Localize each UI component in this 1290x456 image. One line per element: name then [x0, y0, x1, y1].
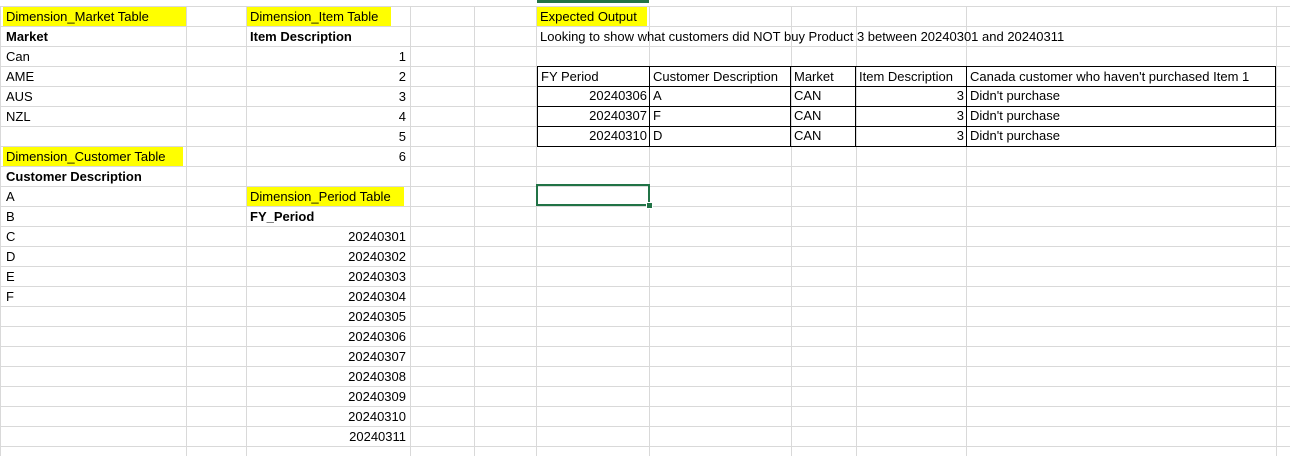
- output-cell-customer[interactable]: D: [649, 126, 791, 147]
- period-cell[interactable]: 20240301: [247, 227, 409, 246]
- customer-cell[interactable]: A: [3, 187, 186, 206]
- row-gridline: [0, 406, 1290, 407]
- output-header-item[interactable]: Item Description: [855, 66, 967, 87]
- customer-cell[interactable]: F: [3, 287, 186, 306]
- row-gridline: [0, 46, 1290, 47]
- expected-output-title[interactable]: Expected Output: [537, 7, 647, 26]
- item-cell[interactable]: 3: [247, 87, 409, 106]
- customer-table-title[interactable]: Dimension_Customer Table: [3, 147, 183, 166]
- selected-column-indicator: [537, 0, 649, 3]
- expected-output-description[interactable]: Looking to show what customers did NOT b…: [537, 27, 1097, 46]
- output-cell-fy-period[interactable]: 20240310: [537, 126, 650, 147]
- column-gridline: [1276, 0, 1277, 456]
- output-cell-status[interactable]: Didn't purchase: [966, 106, 1276, 127]
- market-cell[interactable]: AME: [3, 67, 186, 86]
- column-gridline: [410, 0, 411, 456]
- row-gridline: [0, 206, 1290, 207]
- period-cell[interactable]: 20240309: [247, 387, 409, 406]
- row-gridline: [0, 346, 1290, 347]
- item-cell[interactable]: 4: [247, 107, 409, 126]
- period-cell[interactable]: 20240308: [247, 367, 409, 386]
- output-cell-customer[interactable]: F: [649, 106, 791, 127]
- customer-header[interactable]: Customer Description: [3, 167, 186, 186]
- output-cell-market[interactable]: CAN: [790, 126, 856, 147]
- row-gridline: [0, 246, 1290, 247]
- period-cell[interactable]: 20240305: [247, 307, 409, 326]
- row-gridline: [0, 266, 1290, 267]
- period-cell[interactable]: 20240311: [247, 427, 409, 446]
- row-gridline: [0, 446, 1290, 447]
- market-header[interactable]: Market: [3, 27, 186, 46]
- customer-cell[interactable]: C: [3, 227, 186, 246]
- output-cell-status[interactable]: Didn't purchase: [966, 86, 1276, 107]
- output-cell-item[interactable]: 3: [855, 126, 967, 147]
- customer-cell[interactable]: E: [3, 267, 186, 286]
- row-gridline: [0, 386, 1290, 387]
- output-cell-market[interactable]: CAN: [790, 106, 856, 127]
- row-gridline: [0, 326, 1290, 327]
- item-table-title[interactable]: Dimension_Item Table: [247, 7, 391, 26]
- column-gridline: [0, 0, 1, 456]
- output-header-fy-period[interactable]: FY Period: [537, 66, 650, 87]
- item-cell[interactable]: 2: [247, 67, 409, 86]
- market-cell[interactable]: AUS: [3, 87, 186, 106]
- customer-cell[interactable]: D: [3, 247, 186, 266]
- item-cell[interactable]: 6: [247, 147, 409, 166]
- row-gridline: [0, 366, 1290, 367]
- row-gridline: [0, 306, 1290, 307]
- row-gridline: [0, 286, 1290, 287]
- period-cell[interactable]: 20240304: [247, 287, 409, 306]
- period-cell[interactable]: 20240302: [247, 247, 409, 266]
- column-gridline: [186, 0, 187, 456]
- item-cell[interactable]: 1: [247, 47, 409, 66]
- output-cell-item[interactable]: 3: [855, 86, 967, 107]
- output-header-customer[interactable]: Customer Description: [649, 66, 791, 87]
- active-cell-selection[interactable]: [536, 184, 650, 206]
- output-cell-fy-period[interactable]: 20240306: [537, 86, 650, 107]
- row-gridline: [0, 226, 1290, 227]
- item-cell[interactable]: 5: [247, 127, 409, 146]
- period-table-title[interactable]: Dimension_Period Table: [247, 187, 404, 206]
- item-header[interactable]: Item Description: [247, 27, 409, 46]
- output-header-market[interactable]: Market: [790, 66, 856, 87]
- period-cell[interactable]: 20240310: [247, 407, 409, 426]
- row-gridline: [0, 426, 1290, 427]
- fill-handle[interactable]: [646, 202, 653, 209]
- market-table-title[interactable]: Dimension_Market Table: [3, 7, 186, 26]
- spreadsheet-grid[interactable]: Dimension_Market Table Market Can AME AU…: [0, 0, 1290, 456]
- period-header[interactable]: FY_Period: [247, 207, 409, 226]
- output-cell-customer[interactable]: A: [649, 86, 791, 107]
- output-cell-status[interactable]: Didn't purchase: [966, 126, 1276, 147]
- column-gridline: [474, 0, 475, 456]
- period-cell[interactable]: 20240306: [247, 327, 409, 346]
- output-cell-market[interactable]: CAN: [790, 86, 856, 107]
- customer-cell[interactable]: B: [3, 207, 186, 226]
- market-cell[interactable]: Can: [3, 47, 186, 66]
- output-cell-item[interactable]: 3: [855, 106, 967, 127]
- output-cell-fy-period[interactable]: 20240307: [537, 106, 650, 127]
- row-gridline: [0, 166, 1290, 167]
- output-header-status[interactable]: Canada customer who haven't purchased It…: [966, 66, 1276, 87]
- market-cell[interactable]: NZL: [3, 107, 186, 126]
- period-cell[interactable]: 20240307: [247, 347, 409, 366]
- period-cell[interactable]: 20240303: [247, 267, 409, 286]
